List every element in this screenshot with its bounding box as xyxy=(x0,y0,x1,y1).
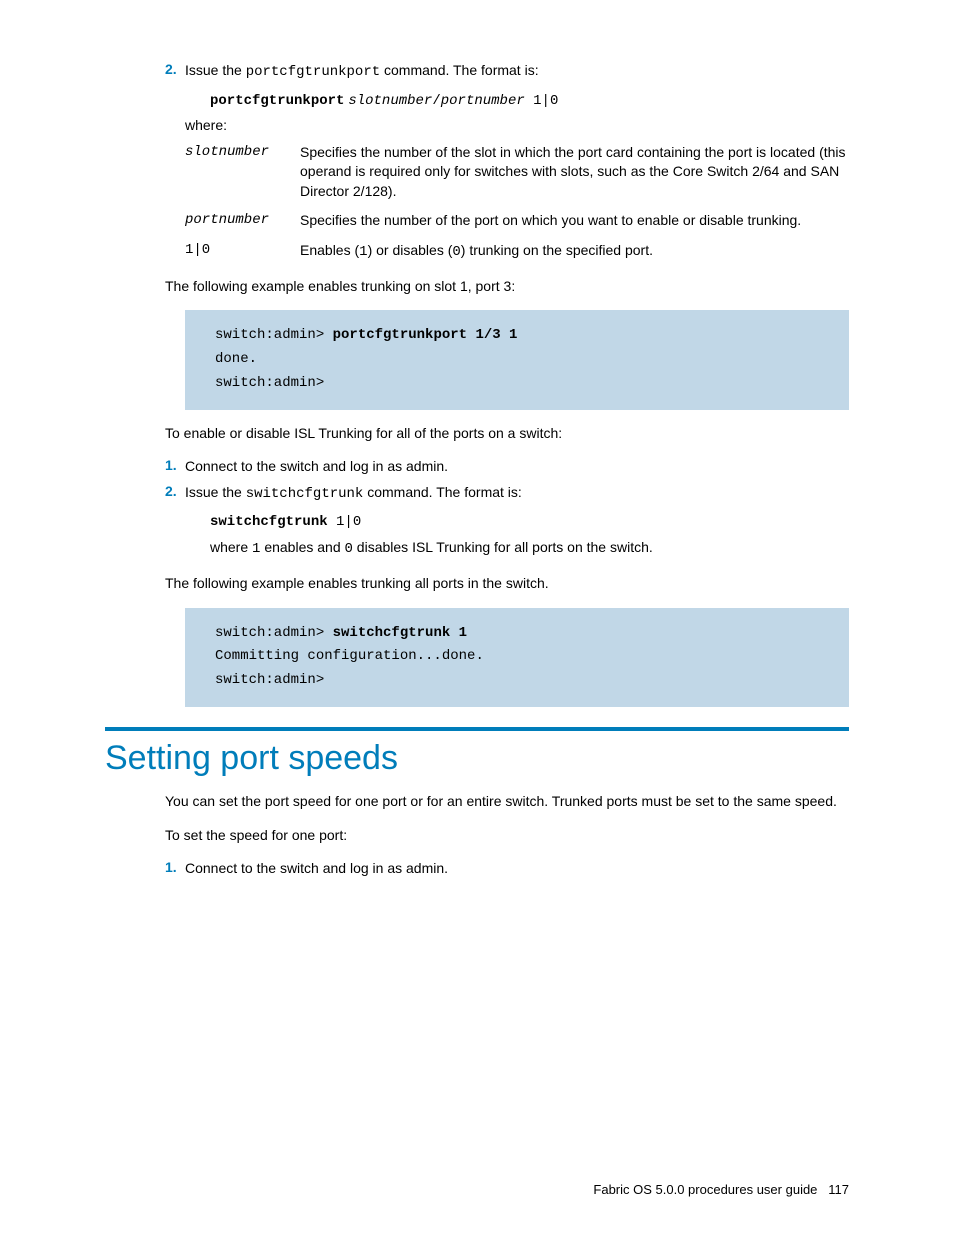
where-label: where: xyxy=(185,117,849,133)
text: where xyxy=(210,539,252,555)
section-para-1: You can set the port speed for one port … xyxy=(165,792,849,812)
text: ) or disables ( xyxy=(368,242,453,258)
step-number: 2. xyxy=(165,483,185,505)
syntax-cmd: portcfgtrunkport xyxy=(210,93,344,109)
prompt: switch:admin> xyxy=(215,672,324,688)
step-number: 2. xyxy=(165,61,185,83)
syntax-line-1: portcfgtrunkport slotnumber/portnumber 1… xyxy=(210,91,849,109)
syntax-sep: / xyxy=(432,93,440,109)
example-1-intro: The following example enables trunking o… xyxy=(165,277,849,297)
param-desc: Specifies the number of the port on whic… xyxy=(300,211,849,231)
syntax-cmd: switchcfgtrunk xyxy=(210,514,328,530)
prompt: switch:admin> xyxy=(215,327,333,343)
prompt: switch:admin> xyxy=(215,625,333,641)
text: Issue the xyxy=(185,62,246,78)
section-rule xyxy=(105,727,849,731)
text: command. The format is: xyxy=(363,484,521,500)
syntax-arg: slotnumber xyxy=(348,93,432,109)
step-number: 1. xyxy=(165,859,185,879)
cmd: portcfgtrunkport 1/3 1 xyxy=(333,327,518,343)
param-desc: Specifies the number of the slot in whic… xyxy=(300,143,849,202)
param-row: slotnumber Specifies the number of the s… xyxy=(185,143,849,202)
param-term: portnumber xyxy=(185,211,300,231)
param-term: 1|0 xyxy=(185,241,300,263)
step-body: Connect to the switch and log in as admi… xyxy=(185,859,849,879)
step-body: Issue the switchcfgtrunk command. The fo… xyxy=(185,483,849,505)
step-body: Issue the portcfgtrunkport command. The … xyxy=(185,61,849,83)
text: command. The format is: xyxy=(380,62,538,78)
code-block-2: switch:admin> switchcfgtrunk 1 Committin… xyxy=(185,608,849,707)
page-footer: Fabric OS 5.0.0 procedures user guide 11… xyxy=(593,1182,849,1197)
prompt: switch:admin> xyxy=(215,375,324,391)
parameter-table: slotnumber Specifies the number of the s… xyxy=(185,143,849,263)
document-page: 2. Issue the portcfgtrunkport command. T… xyxy=(0,0,954,1235)
param-desc: Enables (1) or disables (0) trunking on … xyxy=(300,241,849,263)
section-para-2: To set the speed for one port: xyxy=(165,826,849,846)
step-b1: 1. Connect to the switch and log in as a… xyxy=(165,457,849,477)
syntax-2-explain: where 1 enables and 0 disables ISL Trunk… xyxy=(210,538,849,560)
code: 0 xyxy=(345,541,353,557)
footer-title: Fabric OS 5.0.0 procedures user guide xyxy=(593,1182,817,1197)
text: enables and xyxy=(260,539,344,555)
page-number: 117 xyxy=(828,1182,849,1197)
step-b2: 2. Issue the switchcfgtrunk command. The… xyxy=(165,483,849,505)
output-line: Committing configuration...done. xyxy=(215,648,484,664)
step-2: 2. Issue the portcfgtrunkport command. T… xyxy=(165,61,849,83)
output-line: done. xyxy=(215,351,257,367)
code-block-1: switch:admin> portcfgtrunkport 1/3 1 don… xyxy=(185,310,849,409)
code: 0 xyxy=(452,244,460,260)
command-inline: portcfgtrunkport xyxy=(246,64,380,80)
text: Issue the xyxy=(185,484,246,500)
text: ) trunking on the specified port. xyxy=(461,242,653,258)
param-row: portnumber Specifies the number of the p… xyxy=(185,211,849,231)
example-2-intro: The following example enables trunking a… xyxy=(165,574,849,594)
syntax-tail: 1|0 xyxy=(328,514,362,530)
text: Enables ( xyxy=(300,242,359,258)
code: 1 xyxy=(359,244,367,260)
cmd: switchcfgtrunk 1 xyxy=(333,625,467,641)
step-number: 1. xyxy=(165,457,185,477)
section-heading: Setting port speeds xyxy=(105,739,849,778)
syntax-arg: portnumber xyxy=(441,93,525,109)
param-row: 1|0 Enables (1) or disables (0) trunking… xyxy=(185,241,849,263)
step-c1: 1. Connect to the switch and log in as a… xyxy=(165,859,849,879)
syntax-tail: 1|0 xyxy=(525,93,559,109)
param-term: slotnumber xyxy=(185,143,300,202)
syntax-line-2: switchcfgtrunk 1|0 xyxy=(210,512,849,530)
para-enable-disable: To enable or disable ISL Trunking for al… xyxy=(165,424,849,444)
text: disables ISL Trunking for all ports on t… xyxy=(353,539,653,555)
step-body: Connect to the switch and log in as admi… xyxy=(185,457,849,477)
command-inline: switchcfgtrunk xyxy=(246,486,364,502)
